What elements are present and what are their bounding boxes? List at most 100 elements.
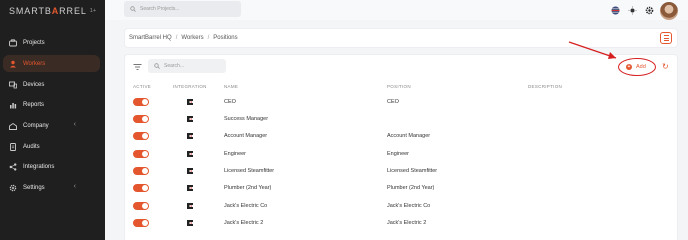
- table-row[interactable]: Jack's Electric Co Jack's Electric Co: [124, 198, 678, 215]
- settings-gear-icon[interactable]: [643, 4, 655, 16]
- row-position: Jack's Electric 2: [387, 220, 427, 226]
- row-name: Engineer: [224, 151, 247, 157]
- active-toggle[interactable]: [133, 202, 149, 210]
- chart-icon: [10, 102, 17, 108]
- refresh-icon[interactable]: ↻: [662, 62, 669, 71]
- logo-text-suffix: RREL: [59, 6, 87, 16]
- sidebar: SMARTBARREL 1+ Projects Workers Devices R…: [0, 0, 105, 240]
- gear-icon: [9, 184, 17, 191]
- share-icon: [9, 162, 17, 171]
- sidebar-item-label: Devices: [23, 81, 45, 88]
- sidebar-item-projects[interactable]: Projects: [3, 34, 100, 51]
- devices-icon: [9, 81, 17, 88]
- language-flag-icon[interactable]: [609, 4, 621, 16]
- add-button-label: Add: [636, 64, 646, 70]
- row-name: Success Manager: [224, 116, 269, 122]
- annotation-arrow: [568, 41, 617, 59]
- app-logo[interactable]: SMARTBARREL 1+: [9, 6, 96, 18]
- active-toggle[interactable]: [133, 150, 149, 158]
- chevron-left-icon: ‹: [73, 183, 76, 190]
- user-avatar[interactable]: [660, 2, 678, 20]
- integration-logo-icon: [187, 185, 193, 191]
- column-header-active[interactable]: ACTIVE: [133, 84, 151, 89]
- integration-logo-icon: [187, 133, 193, 139]
- top-actions: [609, 2, 688, 20]
- breadcrumb-separator: /: [175, 35, 178, 41]
- row-position: Plumber (2nd Year): [387, 185, 435, 191]
- breadcrumb-company[interactable]: SmartBarrel HQ: [129, 35, 172, 41]
- breadcrumb-workers[interactable]: Workers: [181, 35, 203, 41]
- sidebar-item-integrations[interactable]: Integrations: [3, 158, 100, 175]
- plus-icon: +: [626, 64, 632, 70]
- table-row[interactable]: CEO CEO: [124, 94, 678, 111]
- row-position: Engineer: [387, 151, 410, 157]
- menu-icon[interactable]: [660, 32, 672, 44]
- sidebar-item-label: Workers: [23, 60, 46, 67]
- sidebar-item-devices[interactable]: Devices: [3, 76, 100, 93]
- active-toggle[interactable]: [133, 98, 149, 106]
- table-row[interactable]: Plumber (2nd Year) Plumber (2nd Year): [124, 180, 678, 197]
- table-row[interactable]: Success Manager: [124, 111, 678, 128]
- integration-logo-icon: [187, 168, 193, 174]
- row-name: CEO: [224, 99, 236, 105]
- column-header-description[interactable]: DESCRIPTION: [528, 84, 562, 89]
- column-header-position[interactable]: POSITION: [387, 84, 411, 89]
- row-position: Licensed Steamfitter: [387, 168, 438, 174]
- table-row[interactable]: Engineer Engineer: [124, 146, 678, 163]
- filter-icon[interactable]: [133, 63, 142, 71]
- sidebar-item-label: Projects: [23, 39, 45, 46]
- sidebar-item-workers[interactable]: Workers: [3, 55, 100, 72]
- theme-toggle-icon[interactable]: [626, 4, 638, 16]
- sidebar-item-label: Settings: [23, 184, 45, 191]
- positions-search-input[interactable]: Search...: [148, 59, 226, 73]
- column-header-integration[interactable]: INTEGRATION: [173, 84, 207, 89]
- sidebar-item-label: Integrations: [23, 163, 55, 170]
- user-icon: [10, 60, 16, 67]
- table-row[interactable]: Licensed Steamfitter Licensed Steamfitte…: [124, 163, 678, 180]
- sidebar-item-label: Audits: [23, 143, 40, 150]
- logo-text-prefix: SMARTB: [9, 6, 52, 16]
- integration-logo-icon: [187, 116, 193, 122]
- search-icon: [154, 63, 160, 69]
- row-name: Jack's Electric 2: [224, 220, 264, 226]
- sidebar-item-company[interactable]: Company ‹: [3, 117, 100, 134]
- chevron-left-icon: ‹: [73, 121, 76, 128]
- sidebar-item-audits[interactable]: Audits: [3, 138, 100, 155]
- row-position: Account Manager: [387, 133, 431, 139]
- row-position: Jack's Electric Co: [387, 203, 431, 209]
- integration-logo-icon: [187, 151, 193, 157]
- add-button[interactable]: + Add: [626, 62, 646, 72]
- active-toggle[interactable]: [133, 115, 149, 123]
- table-row[interactable]: Account Manager Account Manager: [124, 128, 678, 145]
- project-search-input[interactable]: Search Projects...: [124, 1, 241, 17]
- sidebar-item-reports[interactable]: Reports: [3, 96, 100, 113]
- search-icon: [130, 6, 136, 12]
- row-name: Jack's Electric Co: [224, 203, 268, 209]
- integration-logo-icon: [187, 220, 193, 226]
- row-name: Plumber (2nd Year): [224, 185, 272, 191]
- row-position: CEO: [387, 99, 399, 105]
- row-name: Account Manager: [224, 133, 268, 139]
- sidebar-item-settings[interactable]: Settings ‹: [3, 179, 100, 196]
- app-version: 1+: [89, 8, 97, 14]
- breadcrumb-separator: /: [207, 35, 210, 41]
- breadcrumb: SmartBarrel HQ / Workers / Positions: [129, 35, 238, 41]
- active-toggle[interactable]: [133, 132, 149, 140]
- active-toggle[interactable]: [133, 184, 149, 192]
- search-placeholder: Search Projects...: [140, 6, 180, 12]
- row-name: Licensed Steamfitter: [224, 168, 275, 174]
- briefcase-icon: [9, 38, 17, 46]
- integration-logo-icon: [187, 203, 193, 209]
- table-row[interactable]: Jack's Electric 2 Jack's Electric 2: [124, 215, 678, 232]
- building-icon: [9, 122, 17, 130]
- audit-icon: [10, 142, 16, 151]
- search-placeholder: Search...: [164, 63, 185, 69]
- top-bar: Search Projects...: [105, 0, 688, 20]
- active-toggle[interactable]: [133, 167, 149, 175]
- sidebar-item-label: Company: [23, 122, 49, 129]
- sidebar-item-label: Reports: [23, 101, 45, 108]
- integration-logo-icon: [187, 99, 193, 105]
- active-toggle[interactable]: [133, 219, 149, 227]
- breadcrumb-positions: Positions: [213, 35, 238, 41]
- column-header-name[interactable]: NAME: [224, 84, 238, 89]
